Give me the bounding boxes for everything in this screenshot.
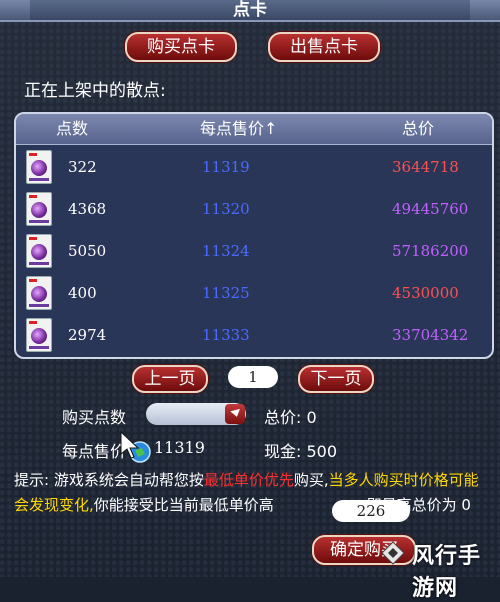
buy-card-tab[interactable]: 购买点卡 <box>125 32 237 62</box>
tip-accept-text: 你能接受比当前最低单价高 <box>93 496 274 514</box>
header-total[interactable]: 总价 <box>402 114 434 144</box>
table-header: 点数 每点售价↑ 总价 <box>16 114 492 145</box>
qty-label: 购买点数 <box>62 408 127 427</box>
table-row[interactable]: 400 11325 4530000 <box>16 272 492 314</box>
table-row[interactable]: 2974 11333 33704342 <box>16 314 492 356</box>
point-card-window: 点卡 购买点卡 出售点卡 正在上架中的散点: 点数 每点售价↑ 总价 322 11… <box>0 0 500 601</box>
tip-text: 提示: 游戏系统会自动帮您按最低单价优先购买,当多人购买时价格可能会发现变化,你… <box>14 468 490 518</box>
watermark-logo-icon <box>381 541 405 565</box>
row-unit-price: 11325 <box>202 284 250 302</box>
watermark: 风行手游网 <box>376 532 500 601</box>
cash-label: 现金: 500 <box>264 442 338 461</box>
accept-price-input[interactable]: 226 <box>332 500 410 522</box>
header-points[interactable]: 点数 <box>56 114 88 144</box>
row-unit-price: 11319 <box>202 158 250 176</box>
point-card-icon <box>26 276 52 310</box>
window-title: 点卡 <box>233 0 267 20</box>
next-page-button[interactable]: 下一页 <box>298 365 374 393</box>
listing-table: 点数 每点售价↑ 总价 322 11319 3644718 4368 11320 4944… <box>14 112 494 359</box>
listing-heading: 正在上架中的散点: <box>24 81 166 101</box>
header-unit-price[interactable]: 每点售价↑ <box>200 114 277 144</box>
row-points: 400 <box>68 284 97 302</box>
unit-price-value: 11319 <box>154 438 205 457</box>
prev-page-button[interactable]: 上一页 <box>132 365 208 393</box>
row-total: 57186200 <box>392 242 469 260</box>
total-price-label: 总价: 0 <box>264 408 317 427</box>
row-unit-price: 11333 <box>202 326 250 344</box>
row-points: 5050 <box>68 242 107 260</box>
row-unit-price: 11324 <box>202 242 250 260</box>
title-bar: 点卡 <box>0 0 500 22</box>
row-points: 322 <box>68 158 97 176</box>
tip-prefix: 提示: 游戏系统会自动帮您按 <box>14 471 204 489</box>
cursor-icon <box>120 430 151 463</box>
point-card-icon <box>26 192 52 226</box>
watermark-text: 风行手游网 <box>412 544 482 601</box>
row-points: 2974 <box>68 326 107 344</box>
row-total: 4530000 <box>392 284 459 302</box>
sell-card-tab[interactable]: 出售点卡 <box>268 32 380 62</box>
table-row[interactable]: 322 11319 3644718 <box>16 146 492 188</box>
chevron-down-icon[interactable] <box>225 404 245 424</box>
row-total: 49445760 <box>392 200 469 218</box>
row-unit-price: 11320 <box>202 200 250 218</box>
qty-input[interactable] <box>146 403 246 425</box>
unit-price-label: 每点售价 <box>62 442 127 461</box>
point-card-icon <box>26 150 52 184</box>
row-total: 33704342 <box>392 326 469 344</box>
tip-highlight: 最低单价优先 <box>203 471 294 489</box>
point-card-icon <box>26 318 52 352</box>
row-total: 3644718 <box>392 158 459 176</box>
point-card-icon <box>26 234 52 268</box>
table-row[interactable]: 5050 11324 57186200 <box>16 230 492 272</box>
page-number-field[interactable]: 1 <box>228 366 278 388</box>
table-row[interactable]: 4368 11320 49445760 <box>16 188 492 230</box>
row-points: 4368 <box>68 200 107 218</box>
tip-mid: 购买, <box>293 471 329 489</box>
